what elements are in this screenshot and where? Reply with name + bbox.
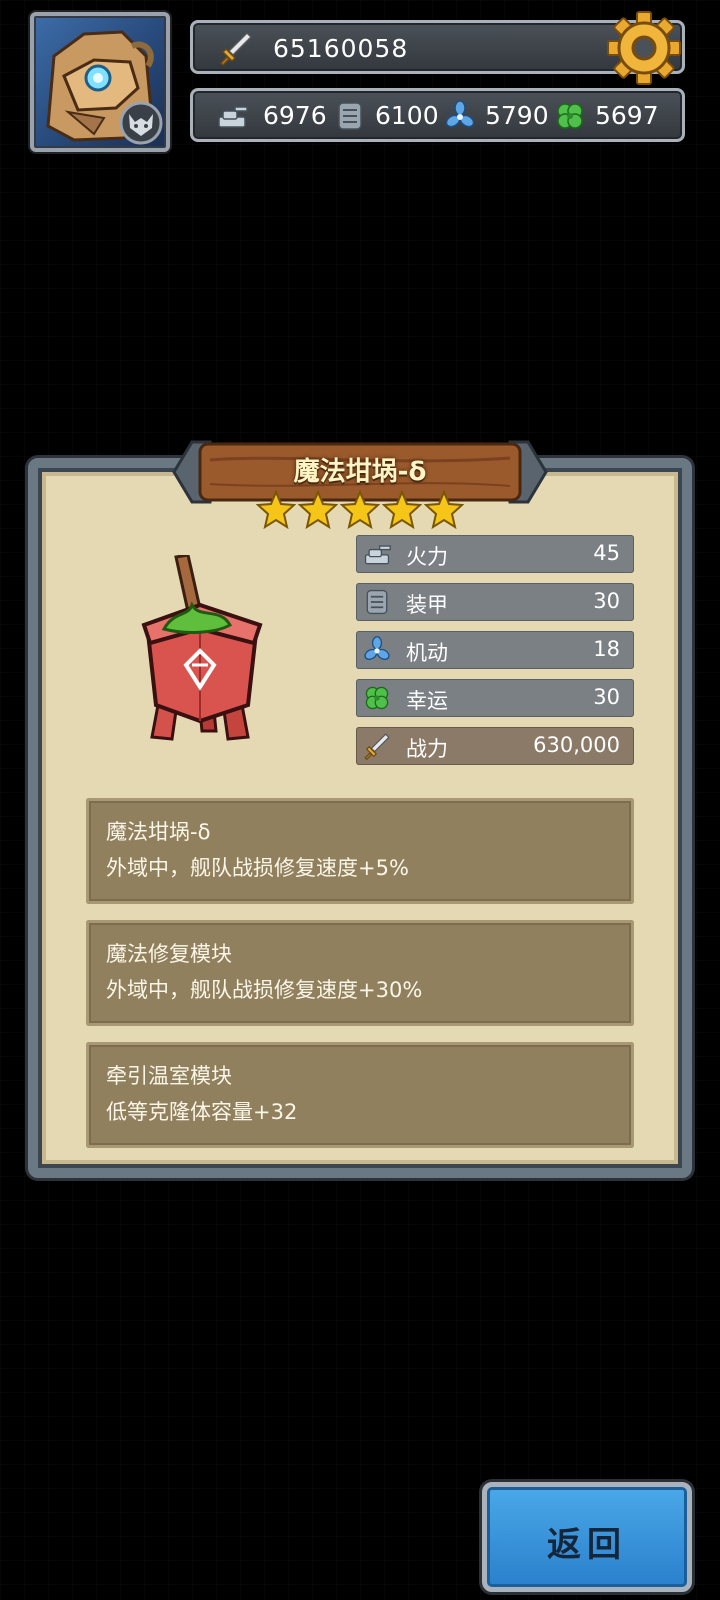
luck-icon	[365, 686, 389, 710]
firepower-resource-value: 6976	[263, 101, 327, 130]
wolf-emblem-icon	[119, 101, 163, 145]
stat-row-firepower: 火力 45	[356, 535, 634, 573]
player-avatar[interactable]	[30, 12, 170, 152]
stat-value: 30	[593, 589, 620, 613]
star-icon	[424, 490, 464, 530]
back-button-label: 返回	[547, 1525, 627, 1565]
settings-gear-icon[interactable]	[604, 8, 684, 88]
effect-text: 低等克隆体容量+32	[106, 1100, 298, 1124]
luck-resource-value: 5697	[595, 101, 659, 130]
sword-icon	[364, 733, 390, 761]
effect-text: 外域中，舰队战损修复速度+30%	[106, 978, 423, 1002]
effect-text: 外域中，舰队战损修复速度+5%	[106, 856, 409, 880]
stat-row-armor: 装甲 30	[356, 583, 634, 621]
back-button[interactable]: 返回	[482, 1482, 692, 1592]
item-title: 魔法坩埚-δ	[293, 457, 427, 487]
effect-box: 魔法修复模块 外域中，舰队战损修复速度+30%	[86, 920, 634, 1026]
stat-row-mobility: 机动 18	[356, 631, 634, 669]
luck-icon	[557, 103, 583, 129]
firepower-icon	[218, 106, 248, 128]
mobility-icon	[445, 100, 475, 128]
stat-value: 630,000	[533, 733, 620, 757]
total-power-value: 65160058	[273, 34, 409, 63]
star-icon	[340, 490, 380, 530]
effect-name: 魔法修复模块	[106, 942, 232, 966]
stat-label: 幸运	[406, 689, 448, 713]
stat-label: 机动	[406, 641, 448, 665]
stat-label: 装甲	[406, 593, 448, 617]
mobility-icon	[364, 636, 390, 660]
star-icon	[382, 490, 422, 530]
effect-name: 牵引温室模块	[106, 1064, 232, 1088]
star-icon	[256, 490, 296, 530]
stat-value: 18	[593, 637, 620, 661]
armor-resource-value: 6100	[375, 101, 439, 130]
effect-box: 牵引温室模块 低等克隆体容量+32	[86, 1042, 634, 1148]
armor-icon	[366, 589, 388, 615]
star-icon	[298, 490, 338, 530]
firepower-icon	[364, 545, 391, 565]
armor-icon	[338, 102, 362, 130]
mobility-resource-value: 5790	[485, 101, 549, 130]
magic-cauldron-image	[141, 555, 263, 741]
resources-bar: 6976 6100 5790 5697	[190, 88, 685, 142]
stat-value: 30	[593, 685, 620, 709]
sword-icon	[219, 31, 253, 67]
effect-box: 魔法坩埚-δ 外域中，舰队战损修复速度+5%	[86, 798, 634, 904]
stat-label: 火力	[406, 545, 448, 569]
stat-row-luck: 幸运 30	[356, 679, 634, 717]
star-rating	[256, 490, 466, 530]
stat-label: 战力	[406, 737, 448, 761]
stat-row-combat-power: 战力 630,000	[356, 727, 634, 765]
stat-value: 45	[593, 541, 620, 565]
effect-name: 魔法坩埚-δ	[106, 820, 211, 844]
